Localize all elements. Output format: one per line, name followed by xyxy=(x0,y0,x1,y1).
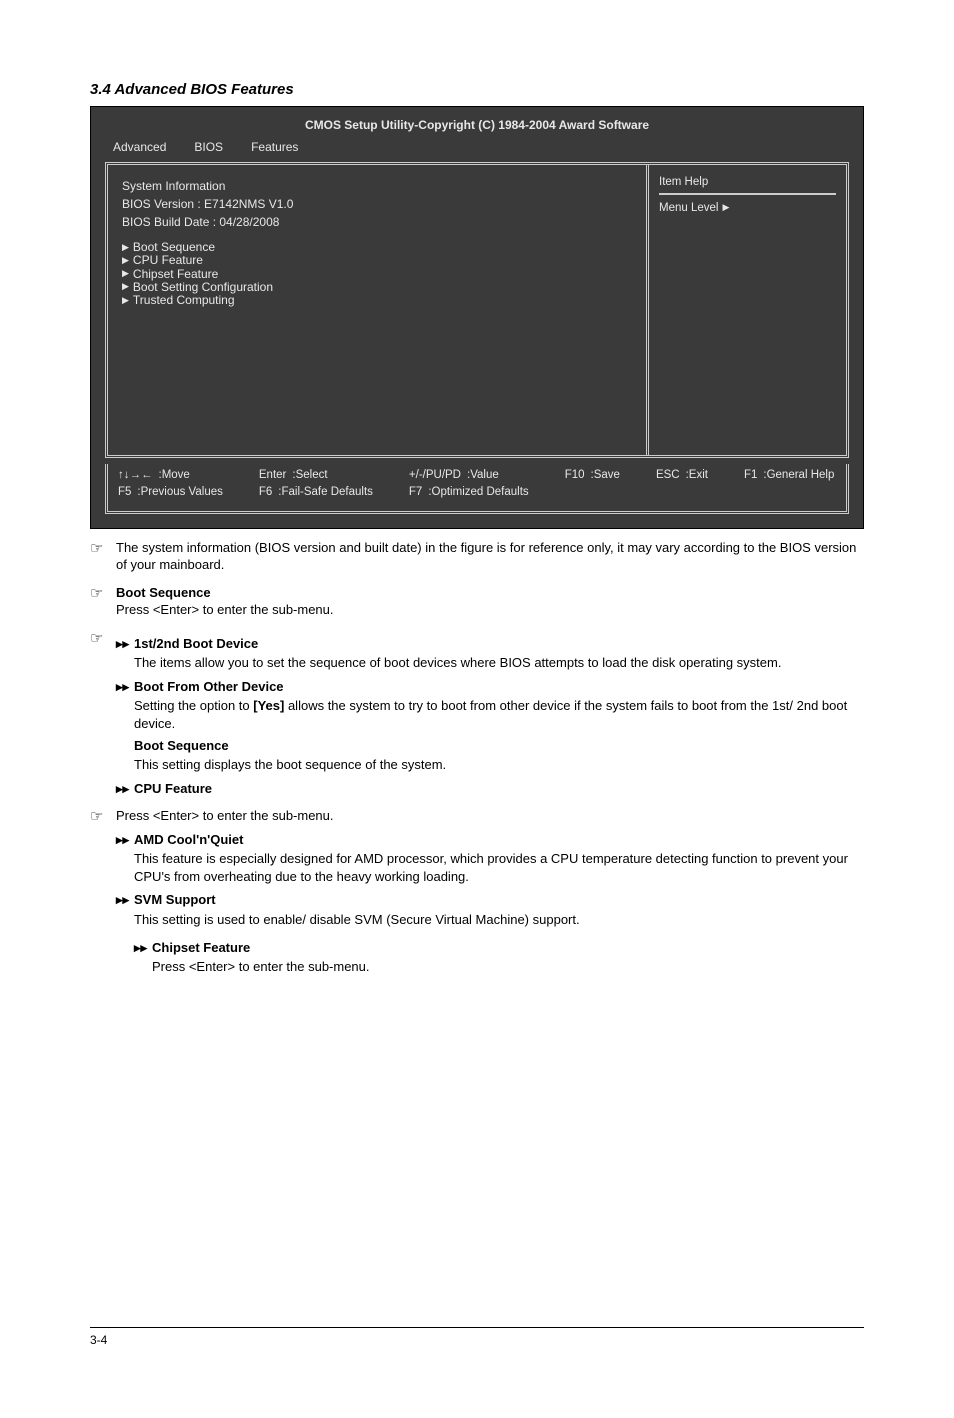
sub-boot-sequence: Boot Sequence This setting displays the … xyxy=(116,737,864,774)
double-arrow-icon: ▸▸ xyxy=(116,780,128,798)
bios-screen: CMOS Setup Utility-Copyright (C) 1984-20… xyxy=(90,106,864,528)
bios-left-panel: System Information BIOS Version : E7142N… xyxy=(108,165,646,455)
opt-title: 1st/2nd Boot Device xyxy=(134,635,258,653)
footer-prev-values: :Previous Values xyxy=(137,485,222,501)
sub-body: This setting displays the boot sequence … xyxy=(134,756,864,774)
hand-icon: ☞ xyxy=(90,539,108,574)
bios-item-label: Chipset Feature xyxy=(133,268,218,281)
bios-tabs: Advanced BIOS Features xyxy=(91,137,863,161)
opt-body: This feature is especially designed for … xyxy=(116,850,864,885)
footer-exit: :Exit xyxy=(686,468,708,484)
section-title: 3.4 Advanced BIOS Features xyxy=(90,80,864,100)
footer-key-f5: F5 xyxy=(118,485,131,501)
bios-tab-features: Features xyxy=(251,139,298,155)
footer-help: :General Help xyxy=(763,468,834,484)
footer-key-f6: F6 xyxy=(259,485,272,501)
double-arrow-icon: ▸▸ xyxy=(116,635,128,653)
note-text: Press <Enter> to enter the sub-menu. xyxy=(116,601,864,619)
double-arrow-icon: ▸▸ xyxy=(134,939,146,957)
hand-icon: ☞ xyxy=(90,629,108,797)
footer-move: :Move xyxy=(159,468,190,484)
opt-title: Boot From Other Device xyxy=(134,678,284,696)
sub-head: Boot Sequence xyxy=(134,737,864,755)
bios-body: System Information BIOS Version : E7142N… xyxy=(105,162,849,458)
bios-item-label: CPU Feature xyxy=(133,254,203,267)
opt-body: The items allow you to set the sequence … xyxy=(116,654,864,672)
bios-item-label: Boot Setting Configuration xyxy=(133,281,273,294)
bios-tab-bios: BIOS xyxy=(194,139,223,155)
opt-title: CPU Feature xyxy=(134,780,212,798)
note-group: ☞ ▸▸ 1st/2nd Boot Device The items allow … xyxy=(90,629,864,797)
triangle-right-icon: ▶ xyxy=(122,296,129,306)
opt-title: AMD Cool'n'Quiet xyxy=(134,831,243,849)
opt-text-em: [Yes] xyxy=(253,698,284,713)
note-text: Press <Enter> to enter the sub-menu. xyxy=(116,807,864,825)
opt-svm: ▸▸ SVM Support This setting is used to en… xyxy=(116,891,864,975)
note-body: The system information (BIOS version and… xyxy=(116,539,864,574)
double-arrow-icon: ▸▸ xyxy=(116,831,128,849)
bios-footer: ↑↓→← :Move F5 :Previous Values Enter :Selec… xyxy=(105,464,849,514)
footer-save: :Save xyxy=(591,468,620,484)
double-arrow-icon: ▸▸ xyxy=(116,678,128,696)
triangle-right-icon: ▶ xyxy=(122,256,129,266)
triangle-right-icon: ▶ xyxy=(122,269,129,279)
bios-item-cpu-feature[interactable]: ▶ CPU Feature xyxy=(122,254,632,267)
footer-key-f7: F7 xyxy=(409,485,422,501)
opt-body: Setting the option to [Yes] allows the s… xyxy=(116,697,864,732)
bios-help-level: Menu Level ▶ xyxy=(659,201,836,217)
triangle-right-icon: ▶ xyxy=(122,243,129,253)
opt-coolnquiet: ▸▸ AMD Cool'n'Quiet This feature is espec… xyxy=(116,831,864,886)
bios-utility-title: CMOS Setup Utility-Copyright (C) 1984-20… xyxy=(91,107,863,137)
footer-value: :Value xyxy=(467,468,499,484)
footer-key-enter: Enter xyxy=(259,468,287,484)
opt-boot-other: ▸▸ Boot From Other Device Setting the opt… xyxy=(116,678,864,774)
bios-menu-list: ▶Boot Sequence ▶CPU Feature ▶Chipset Fea… xyxy=(122,241,632,307)
bios-help-title: Item Help xyxy=(659,175,836,196)
footer-failsafe: :Fail-Safe Defaults xyxy=(278,485,373,501)
note-head: Boot Sequence xyxy=(116,584,864,602)
page: 3.4 Advanced BIOS Features CMOS Setup Ut… xyxy=(0,0,954,1418)
opt-title: Chipset Feature xyxy=(152,939,250,957)
opt-body: Press <Enter> to enter the sub-menu. xyxy=(134,958,864,976)
footer-key-f1: F1 xyxy=(744,468,757,484)
opt-body: This setting is used to enable/ disable … xyxy=(116,911,864,929)
page-footer: 3-4 xyxy=(90,1327,864,1348)
triangle-right-icon: ▶ xyxy=(122,282,129,292)
bios-system-info: System Information BIOS Version : E7142N… xyxy=(122,175,632,242)
bios-item-label: Trusted Computing xyxy=(133,294,235,307)
bios-item-boot-setting[interactable]: ▶ Boot Setting Configuration xyxy=(122,281,632,294)
sysinfo-label: System Information xyxy=(122,177,632,195)
bios-item-chipset-feature[interactable]: ▶ Chipset Feature xyxy=(122,268,632,281)
arrows-icon: ↑↓→← xyxy=(118,468,153,484)
note-sysinfo: ☞ The system information (BIOS version a… xyxy=(90,539,864,574)
hand-icon: ☞ xyxy=(90,584,108,619)
opt-cpu-feature: ▸▸ CPU Feature xyxy=(116,780,864,798)
note-cpu-group: ☞ Press <Enter> to enter the sub-menu. ▸… xyxy=(90,807,864,975)
opt-title: SVM Support xyxy=(134,891,216,909)
footer-key-esc: ESC xyxy=(656,468,680,484)
sysinfo-bios-version: BIOS Version : E7142NMS V1.0 xyxy=(122,195,632,213)
footer-key-pupd: +/-/PU/PD xyxy=(409,468,461,484)
footer-optimized: :Optimized Defaults xyxy=(428,485,528,501)
triangle-right-icon: ▶ xyxy=(722,201,729,213)
bios-tab-advanced: Advanced xyxy=(113,139,166,155)
opt-text-pre: Setting the option to xyxy=(134,698,253,713)
page-number: 3-4 xyxy=(90,1332,107,1348)
hand-icon: ☞ xyxy=(90,807,108,975)
footer-select: :Select xyxy=(292,468,327,484)
opt-1st-2nd-boot: ▸▸ 1st/2nd Boot Device The items allow yo… xyxy=(116,635,864,672)
double-arrow-icon: ▸▸ xyxy=(116,891,128,909)
note-boot-sequence: ☞ Boot Sequence Press <Enter> to enter t… xyxy=(90,584,864,619)
bios-item-trusted-computing[interactable]: ▶ Trusted Computing xyxy=(122,294,632,307)
bios-help-level-text: Menu Level xyxy=(659,201,718,217)
footer-key-f10: F10 xyxy=(565,468,585,484)
sysinfo-bios-date: BIOS Build Date : 04/28/2008 xyxy=(122,213,632,231)
bios-right-panel: Item Help Menu Level ▶ xyxy=(646,165,846,455)
